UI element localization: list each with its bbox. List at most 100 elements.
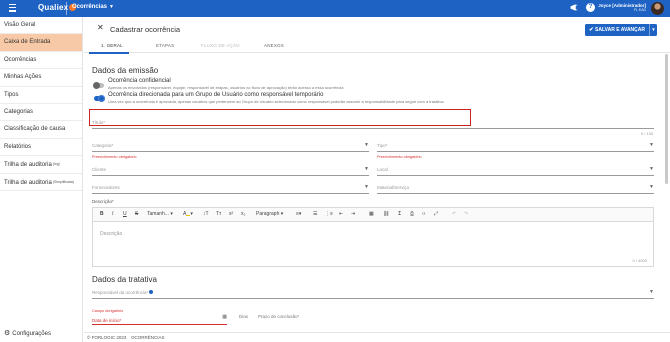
type-select[interactable]: Tipo* ▼ (377, 142, 654, 152)
text-color-icon[interactable]: A ▾ (183, 211, 193, 218)
suppliers-select[interactable]: Fornecedores ▼ (92, 184, 369, 194)
description-counter: 0 / 4000 (632, 258, 647, 263)
confidential-description: Apenas os envolvidos (responsável, equip… (108, 85, 344, 90)
font-size-select[interactable]: Tamanh... ▾ (147, 211, 173, 218)
editor-toolbar: B I U S Tamanh... ▾ A ▾ ↕T Tт x² x₂ Parag… (93, 208, 653, 222)
fullscreen-icon[interactable]: ⤢ (434, 211, 438, 218)
footer-module: OCORRÊNCIAS (131, 335, 165, 340)
dropdown-arrow-icon: ▼ (649, 289, 654, 295)
title-counter: 0 / 100 (641, 131, 654, 136)
save-and-continue-button[interactable]: ✔ SALVAR E AVANÇAR ▼ (585, 24, 657, 36)
avatar[interactable] (651, 2, 664, 15)
dropdown-arrow-icon: ▼ (649, 166, 654, 172)
title-field[interactable]: Título* (92, 119, 654, 129)
sidebar: Visão Geral Caixa de Entrada Ocorrências… (0, 17, 83, 342)
superscript-icon[interactable]: x² (229, 211, 233, 218)
scrollbar[interactable] (665, 54, 668, 184)
chevron-down-icon: ▼ (109, 4, 114, 10)
type-error: Preenchimento obrigatório (377, 155, 422, 159)
location-select[interactable]: Local ▼ (377, 166, 654, 176)
top-app-bar: Qualiex Ocorrências ▼ ? Joyce [Administra… (0, 0, 670, 17)
client-select[interactable]: Cliente ▼ (92, 166, 369, 176)
description-label: Descrição* (92, 199, 114, 204)
tab-anexos[interactable]: ANEXOS (264, 43, 284, 48)
text-height-icon[interactable]: ↕T (203, 211, 209, 218)
settings-link[interactable]: ⚙ Configurações (4, 329, 51, 337)
rich-text-editor[interactable]: B I U S Tamanh... ▾ A ▾ ↕T Tт x² x₂ Parag… (92, 207, 654, 267)
confidential-title: Ocorrência confidencial (108, 78, 171, 84)
menu-icon[interactable] (9, 4, 16, 12)
sidebar-item-caixa-de-entrada[interactable]: Caixa de Entrada (0, 34, 82, 52)
footer: © FORLOGIC 2023 OCORRÊNCIAS (84, 332, 670, 342)
responsible-error: Campo obrigatório (92, 309, 124, 313)
category-error: Preenchimento obrigatório (92, 155, 137, 159)
tab-fluxo-de-acao: FLUXO DE AÇÃO (201, 43, 240, 48)
tab-etapas[interactable]: ETAPAS (156, 43, 174, 48)
paragraph-select[interactable]: Paragraph ▾ (256, 211, 283, 218)
outdent-icon[interactable]: ⇤ (339, 211, 343, 218)
brand-logo[interactable]: Qualiex (38, 3, 77, 12)
underline-icon[interactable]: U (123, 211, 127, 218)
numbered-list-icon[interactable]: ⋮≡ (325, 211, 333, 218)
indent-icon[interactable]: ⇥ (351, 211, 355, 218)
start-date-field[interactable]: Data de início* ▦ (92, 314, 227, 325)
dropdown-arrow-icon: ▼ (649, 142, 654, 148)
announcements-icon[interactable] (570, 3, 579, 12)
bold-icon[interactable]: B (100, 211, 104, 218)
days-label: Dias (239, 314, 249, 319)
copyright: © FORLOGIC 2023 (87, 335, 127, 340)
description-placeholder: Descrição (100, 231, 123, 237)
category-select[interactable]: Categoria* ▼ (92, 142, 369, 152)
calendar-icon[interactable]: ▦ (222, 314, 227, 320)
confidential-toggle[interactable] (93, 82, 104, 89)
group-responsible-title: Ocorrência direcionada para um Grupo de … (108, 92, 324, 98)
italic-icon[interactable]: I (112, 211, 113, 218)
material-select[interactable]: Material/Serviço ▼ (377, 184, 654, 194)
check-icon: ✔ (589, 27, 594, 33)
dropdown-arrow-icon: ▼ (364, 184, 369, 190)
group-responsible-description: Uma vez que a ocorrência é aprovada, ape… (108, 99, 445, 104)
sidebar-item-trilha-log[interactable]: Trilha de auditoria(log) (0, 156, 82, 174)
font-case-icon[interactable]: Tт (216, 211, 221, 218)
chevron-down-icon[interactable]: ▼ (649, 24, 657, 36)
gear-icon: ⚙ (4, 330, 11, 337)
sidebar-item-minhas-acoes[interactable]: Minhas Ações (0, 69, 82, 87)
align-icon[interactable]: ≡▾ (296, 211, 301, 218)
help-icon[interactable]: ? (586, 3, 595, 12)
sidebar-item-visao-geral[interactable]: Visão Geral (0, 17, 82, 35)
subscript-icon[interactable]: x₂ (241, 211, 245, 218)
print-icon[interactable]: ⎙ (410, 211, 414, 218)
sidebar-item-ocorrencias[interactable]: Ocorrências (0, 52, 82, 70)
dropdown-arrow-icon: ▼ (364, 166, 369, 172)
sidebar-item-classificacao-de-causa[interactable]: Classificação de causa (0, 121, 82, 139)
strikethrough-icon[interactable]: S (135, 211, 138, 218)
responsible-select[interactable]: Responsável da ocorrência* ▼ (92, 289, 654, 299)
sidebar-item-tipos[interactable]: Tipos (0, 87, 82, 104)
dropdown-arrow-icon: ▼ (364, 142, 369, 148)
form-header: ✕ Cadastrar ocorrência ✔ SALVAR E AVANÇA… (84, 17, 670, 54)
sidebar-item-categorias[interactable]: Categorias (0, 104, 82, 122)
user-company: FL EAD (633, 8, 646, 12)
info-icon[interactable] (149, 290, 154, 294)
section-title-tratativa: Dados da tratativa (92, 275, 157, 284)
code-icon[interactable]: ‹› (422, 211, 425, 218)
clear-format-icon[interactable]: Ꮖ (398, 211, 401, 218)
section-title-emissao: Dados da emissão (92, 66, 159, 75)
main-panel: ✕ Cadastrar ocorrência ✔ SALVAR E AVANÇA… (84, 17, 670, 342)
module-selector[interactable]: Ocorrências ▼ (72, 4, 114, 10)
divider (66, 2, 67, 15)
sidebar-item-relatorios[interactable]: Relatórios (0, 139, 82, 157)
dropdown-arrow-icon: ▼ (649, 184, 654, 190)
table-icon[interactable]: ▦ (369, 211, 374, 218)
deadline-label: Prazo de conclusão* (258, 314, 300, 319)
undo-icon[interactable]: ↶ (452, 211, 456, 218)
close-icon[interactable]: ✕ (97, 23, 104, 32)
page-title: Cadastrar ocorrência (110, 25, 181, 34)
tab-geral[interactable]: 1. GERAL (101, 43, 123, 48)
group-responsible-toggle[interactable] (94, 95, 105, 102)
sidebar-item-trilha-simplificada[interactable]: Trilha de auditoria(Simplificada) (0, 174, 82, 191)
redo-icon[interactable]: ↷ (464, 211, 468, 218)
bullet-list-icon[interactable]: ☰ (313, 211, 317, 218)
user-info[interactable]: Joyce [Administrador] FL EAD (598, 3, 646, 13)
link-icon[interactable]: ⛓ (383, 211, 389, 218)
